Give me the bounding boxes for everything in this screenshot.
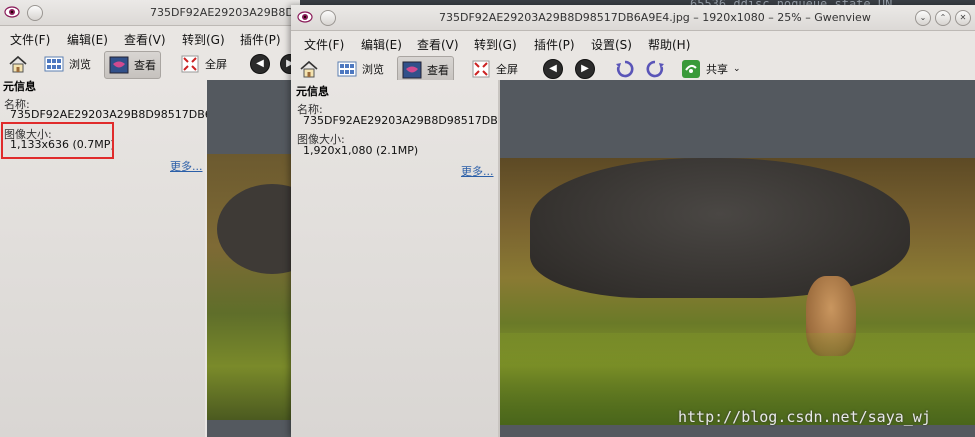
minimize-button[interactable]: ⌄ [915,10,931,26]
fullscreen-icon [180,54,200,74]
view-button[interactable]: 查看 [104,51,161,79]
gwenview-eye-icon [4,5,20,19]
name-value: 735DF92AE29203A29B8D98517DB6A [10,108,220,121]
browse-label: 浏览 [69,58,91,71]
previous-button[interactable]: ◀ [539,56,567,82]
front-window-title: 735DF92AE29203A29B8D98517DB6A9E4.jpg – 1… [439,11,871,24]
grid-icon [337,59,357,79]
menu-goto[interactable]: 转到(G) [182,31,225,48]
home-button[interactable] [295,56,323,82]
fullscreen-icon [471,59,491,79]
previous-icon: ◀ [543,59,563,79]
share-label: 共享 [706,63,728,76]
menu-file[interactable]: 文件(F) [10,31,50,48]
metadata-section-title: 元信息 [296,85,329,98]
browse-button[interactable]: 浏览 [333,56,388,82]
rotate-left-button[interactable] [611,56,639,82]
menu-edit[interactable]: 编辑(E) [361,36,402,53]
front-menubar: 文件(F) 编辑(E) 查看(V) 转到(G) 插件(P) 设置(S) 帮助(H… [291,31,975,53]
chevron-down-icon: ⌄ [733,64,741,74]
rotate-right-icon [645,59,665,79]
image-view-icon [402,60,422,80]
watermark: http://blog.csdn.net/saya_wj [678,408,931,426]
close-button[interactable]: ✕ [955,10,971,26]
highlight-box [1,122,114,159]
image-view-icon [109,55,129,75]
front-window: 735DF92AE29203A29B8D98517DB6A9E4.jpg – 1… [291,5,975,437]
front-image-viewer: http://blog.csdn.net/saya_wj [500,80,975,437]
share-icon [681,59,701,79]
more-link[interactable]: 更多... [461,163,494,179]
metadata-section-title: 元信息 [3,80,36,93]
front-info-sidebar: 元信息 名称: 735DF92AE29203A29B8D98517DB6A9E4… [291,80,533,437]
next-button[interactable]: ▶ [571,56,599,82]
view-label: 查看 [427,64,449,77]
menu-settings[interactable]: 设置(S) [591,36,632,53]
fullscreen-button[interactable]: 全屏 [176,51,231,77]
maximize-button[interactable]: ⌃ [935,10,951,26]
back-menubar: 文件(F) 编辑(E) 查看(V) 转到(G) 插件(P) [0,26,300,48]
menu-view[interactable]: 查看(V) [417,36,459,53]
window-menu-button[interactable] [320,10,336,26]
wild-boar-photo [500,158,975,425]
browse-label: 浏览 [362,63,384,76]
more-link[interactable]: 更多... [170,158,203,174]
menu-help[interactable]: 帮助(H) [648,36,690,53]
boar-body [217,184,300,274]
rotate-left-icon [615,59,635,79]
menu-edit[interactable]: 编辑(E) [67,31,108,48]
front-titlebar: 735DF92AE29203A29B8D98517DB6A9E4.jpg – 1… [291,5,975,31]
menu-plugins[interactable]: 插件(P) [534,36,575,53]
view-label: 查看 [134,59,156,72]
grid-icon [44,54,64,74]
next-icon: ▶ [575,59,595,79]
home-icon [8,54,28,74]
back-image-viewer [207,80,300,437]
back-window-menu-button[interactable] [27,5,43,21]
back-info-sidebar: 元信息 名称: 735DF92AE29203A29B8D98517DB6A 图像… [0,80,219,437]
rotate-right-button[interactable] [641,56,669,82]
browse-button[interactable]: 浏览 [40,51,95,77]
previous-button[interactable]: ◀ [246,51,274,77]
back-photo [207,154,300,420]
gwenview-eye-icon [297,10,313,24]
back-window-title: 735DF92AE29203A29B8D [150,6,294,19]
menu-file[interactable]: 文件(F) [304,36,344,53]
fullscreen-label: 全屏 [205,58,227,71]
image-size-value: 1,920x1,080 (2.1MP) [303,144,419,157]
back-toolbar: 浏览 查看 全屏 ◀ ▶ [0,49,300,79]
fullscreen-button[interactable]: 全屏 [467,56,522,82]
boar-adult [530,158,910,298]
back-titlebar: 735DF92AE29203A29B8D [0,0,300,26]
home-icon [299,59,319,79]
share-button[interactable]: 共享 ⌄ [677,56,745,82]
previous-icon: ◀ [250,54,270,74]
menu-goto[interactable]: 转到(G) [474,36,517,53]
home-button[interactable] [4,51,32,77]
menu-plugins[interactable]: 插件(P) [240,31,281,48]
back-window: 735DF92AE29203A29B8D 文件(F) 编辑(E) 查看(V) 转… [0,0,300,437]
menu-view[interactable]: 查看(V) [124,31,166,48]
fullscreen-label: 全屏 [496,63,518,76]
